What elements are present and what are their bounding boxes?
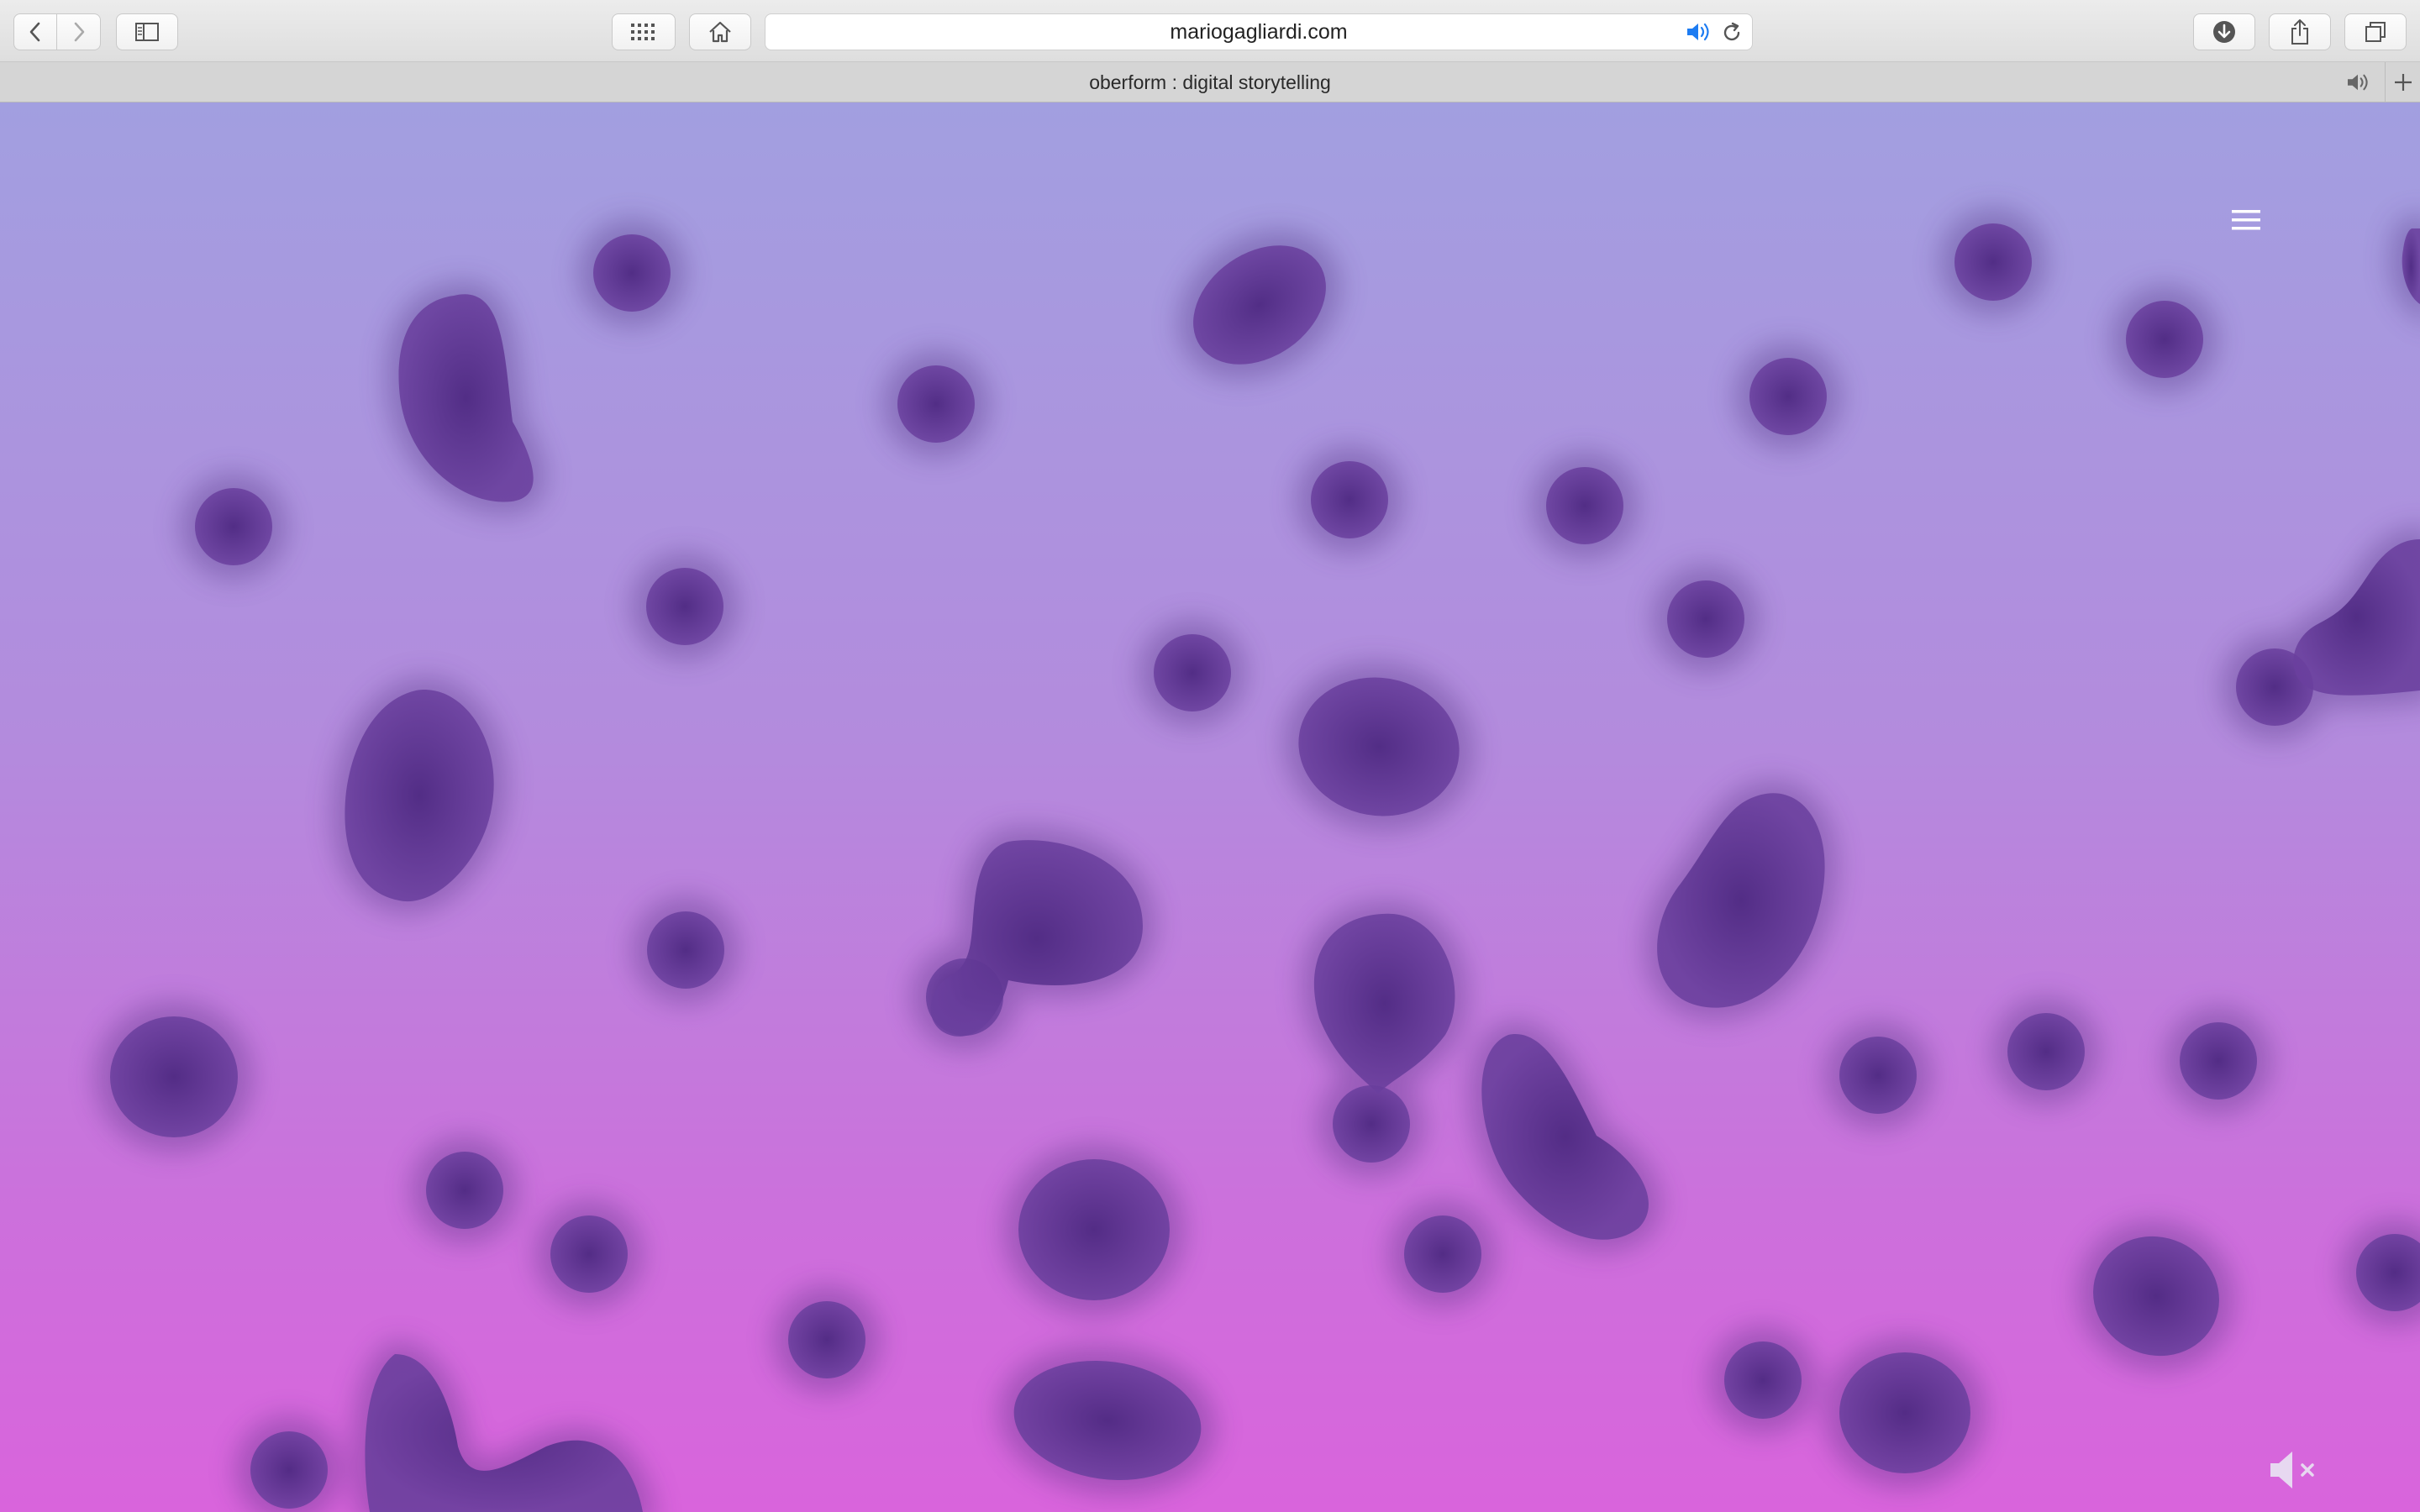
blob xyxy=(646,568,723,645)
blob xyxy=(1333,1085,1410,1163)
blob xyxy=(2180,1022,2257,1100)
speaker-icon[interactable] xyxy=(1685,21,1712,43)
back-button[interactable] xyxy=(13,13,57,50)
blob xyxy=(1954,223,2032,301)
blob xyxy=(593,234,671,312)
blob xyxy=(1839,1352,1970,1473)
downloads-button[interactable] xyxy=(2193,13,2255,50)
blob xyxy=(1839,1037,1917,1114)
speaker-icon[interactable] xyxy=(2344,72,2371,92)
blob xyxy=(647,911,724,989)
home-button[interactable] xyxy=(689,13,751,50)
home-icon xyxy=(709,21,731,43)
chevron-right-icon xyxy=(74,22,84,42)
sidebar-icon xyxy=(135,23,159,41)
share-icon xyxy=(2291,19,2308,45)
blob xyxy=(250,1431,328,1509)
blob xyxy=(1404,1215,1481,1293)
tab-bar: oberform : digital storytelling xyxy=(0,62,2420,102)
plus-icon xyxy=(2394,74,2412,91)
tab-title[interactable]: oberform : digital storytelling xyxy=(0,62,2420,102)
blob xyxy=(1724,1341,1802,1419)
browser-toolbar: mariogagliardi.com xyxy=(0,0,2420,62)
reload-icon[interactable] xyxy=(1720,21,1744,45)
hamburger-menu-icon[interactable] xyxy=(2228,203,2265,237)
blob-animation xyxy=(95,208,2420,1512)
blob xyxy=(110,1016,238,1137)
download-icon xyxy=(2213,21,2235,43)
blob xyxy=(195,488,272,565)
blob xyxy=(1311,461,1388,538)
blob xyxy=(550,1215,628,1293)
blob xyxy=(1018,1159,1170,1300)
browser-window: mariogagliardi.com oberform : digital st… xyxy=(0,0,2420,1512)
new-tab-button[interactable] xyxy=(2385,62,2420,102)
tabs-overview-button[interactable] xyxy=(2344,13,2407,50)
address-bar[interactable]: mariogagliardi.com xyxy=(765,13,1753,50)
tabs-icon xyxy=(2365,22,2386,42)
speaker-muted-icon[interactable] xyxy=(2265,1446,2326,1494)
blob xyxy=(1749,358,1827,435)
blob xyxy=(2093,1236,2219,1357)
grid-icon xyxy=(631,24,655,40)
blob xyxy=(1667,580,1744,658)
share-button[interactable] xyxy=(2269,13,2331,50)
top-sites-button[interactable] xyxy=(612,13,676,50)
blob xyxy=(1546,467,1623,544)
sidebar-button[interactable] xyxy=(116,13,178,50)
forward-button[interactable] xyxy=(57,13,101,50)
blob xyxy=(897,365,975,443)
blob xyxy=(2007,1013,2085,1090)
web-content xyxy=(0,102,2420,1512)
blob xyxy=(788,1301,865,1378)
address-text: mariogagliardi.com xyxy=(1170,20,1348,44)
blob xyxy=(1154,634,1231,711)
chevron-left-icon xyxy=(29,22,40,42)
blob xyxy=(2126,301,2203,378)
blob xyxy=(426,1152,503,1229)
